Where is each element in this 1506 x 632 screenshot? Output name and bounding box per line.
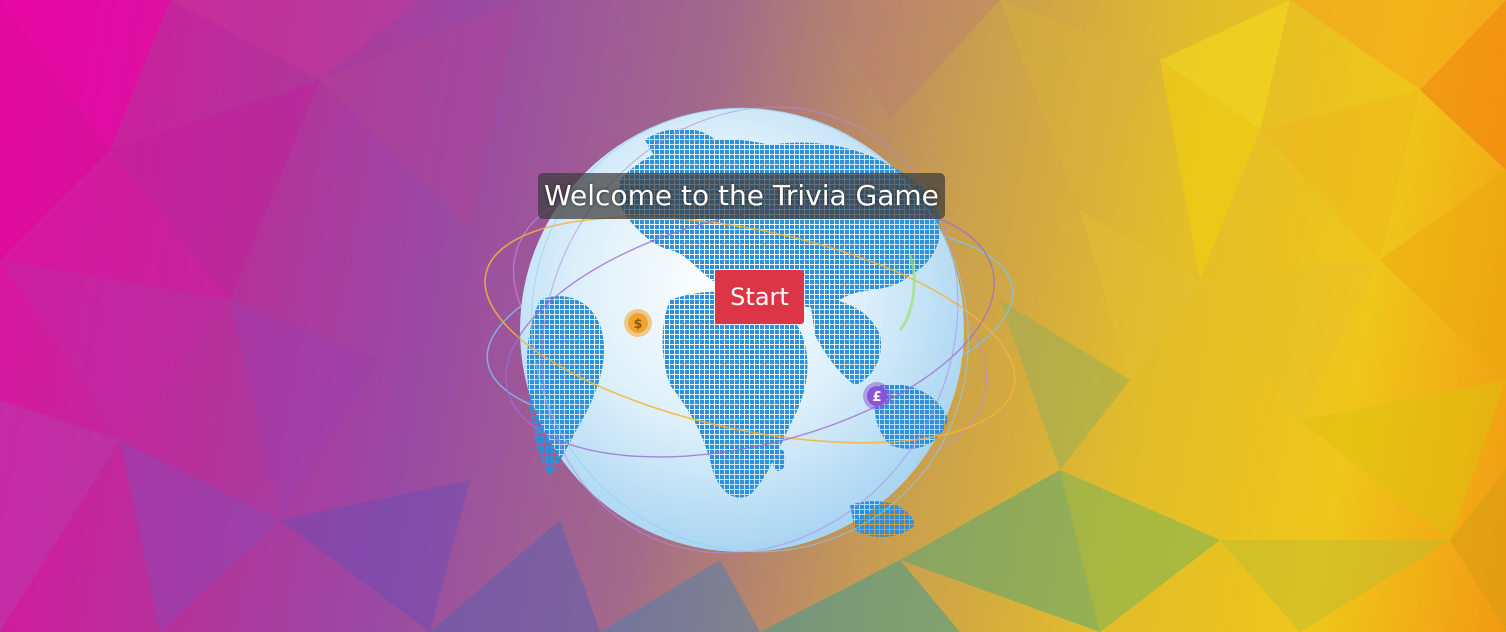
page-title: Welcome to the Trivia Game (538, 173, 945, 219)
pound-coin-icon: £ (863, 382, 891, 410)
pound-coin-symbol: £ (872, 390, 881, 405)
start-button[interactable]: Start (715, 270, 804, 324)
dollar-coin-symbol: $ (633, 317, 642, 332)
dollar-coin-icon: $ (624, 309, 652, 337)
